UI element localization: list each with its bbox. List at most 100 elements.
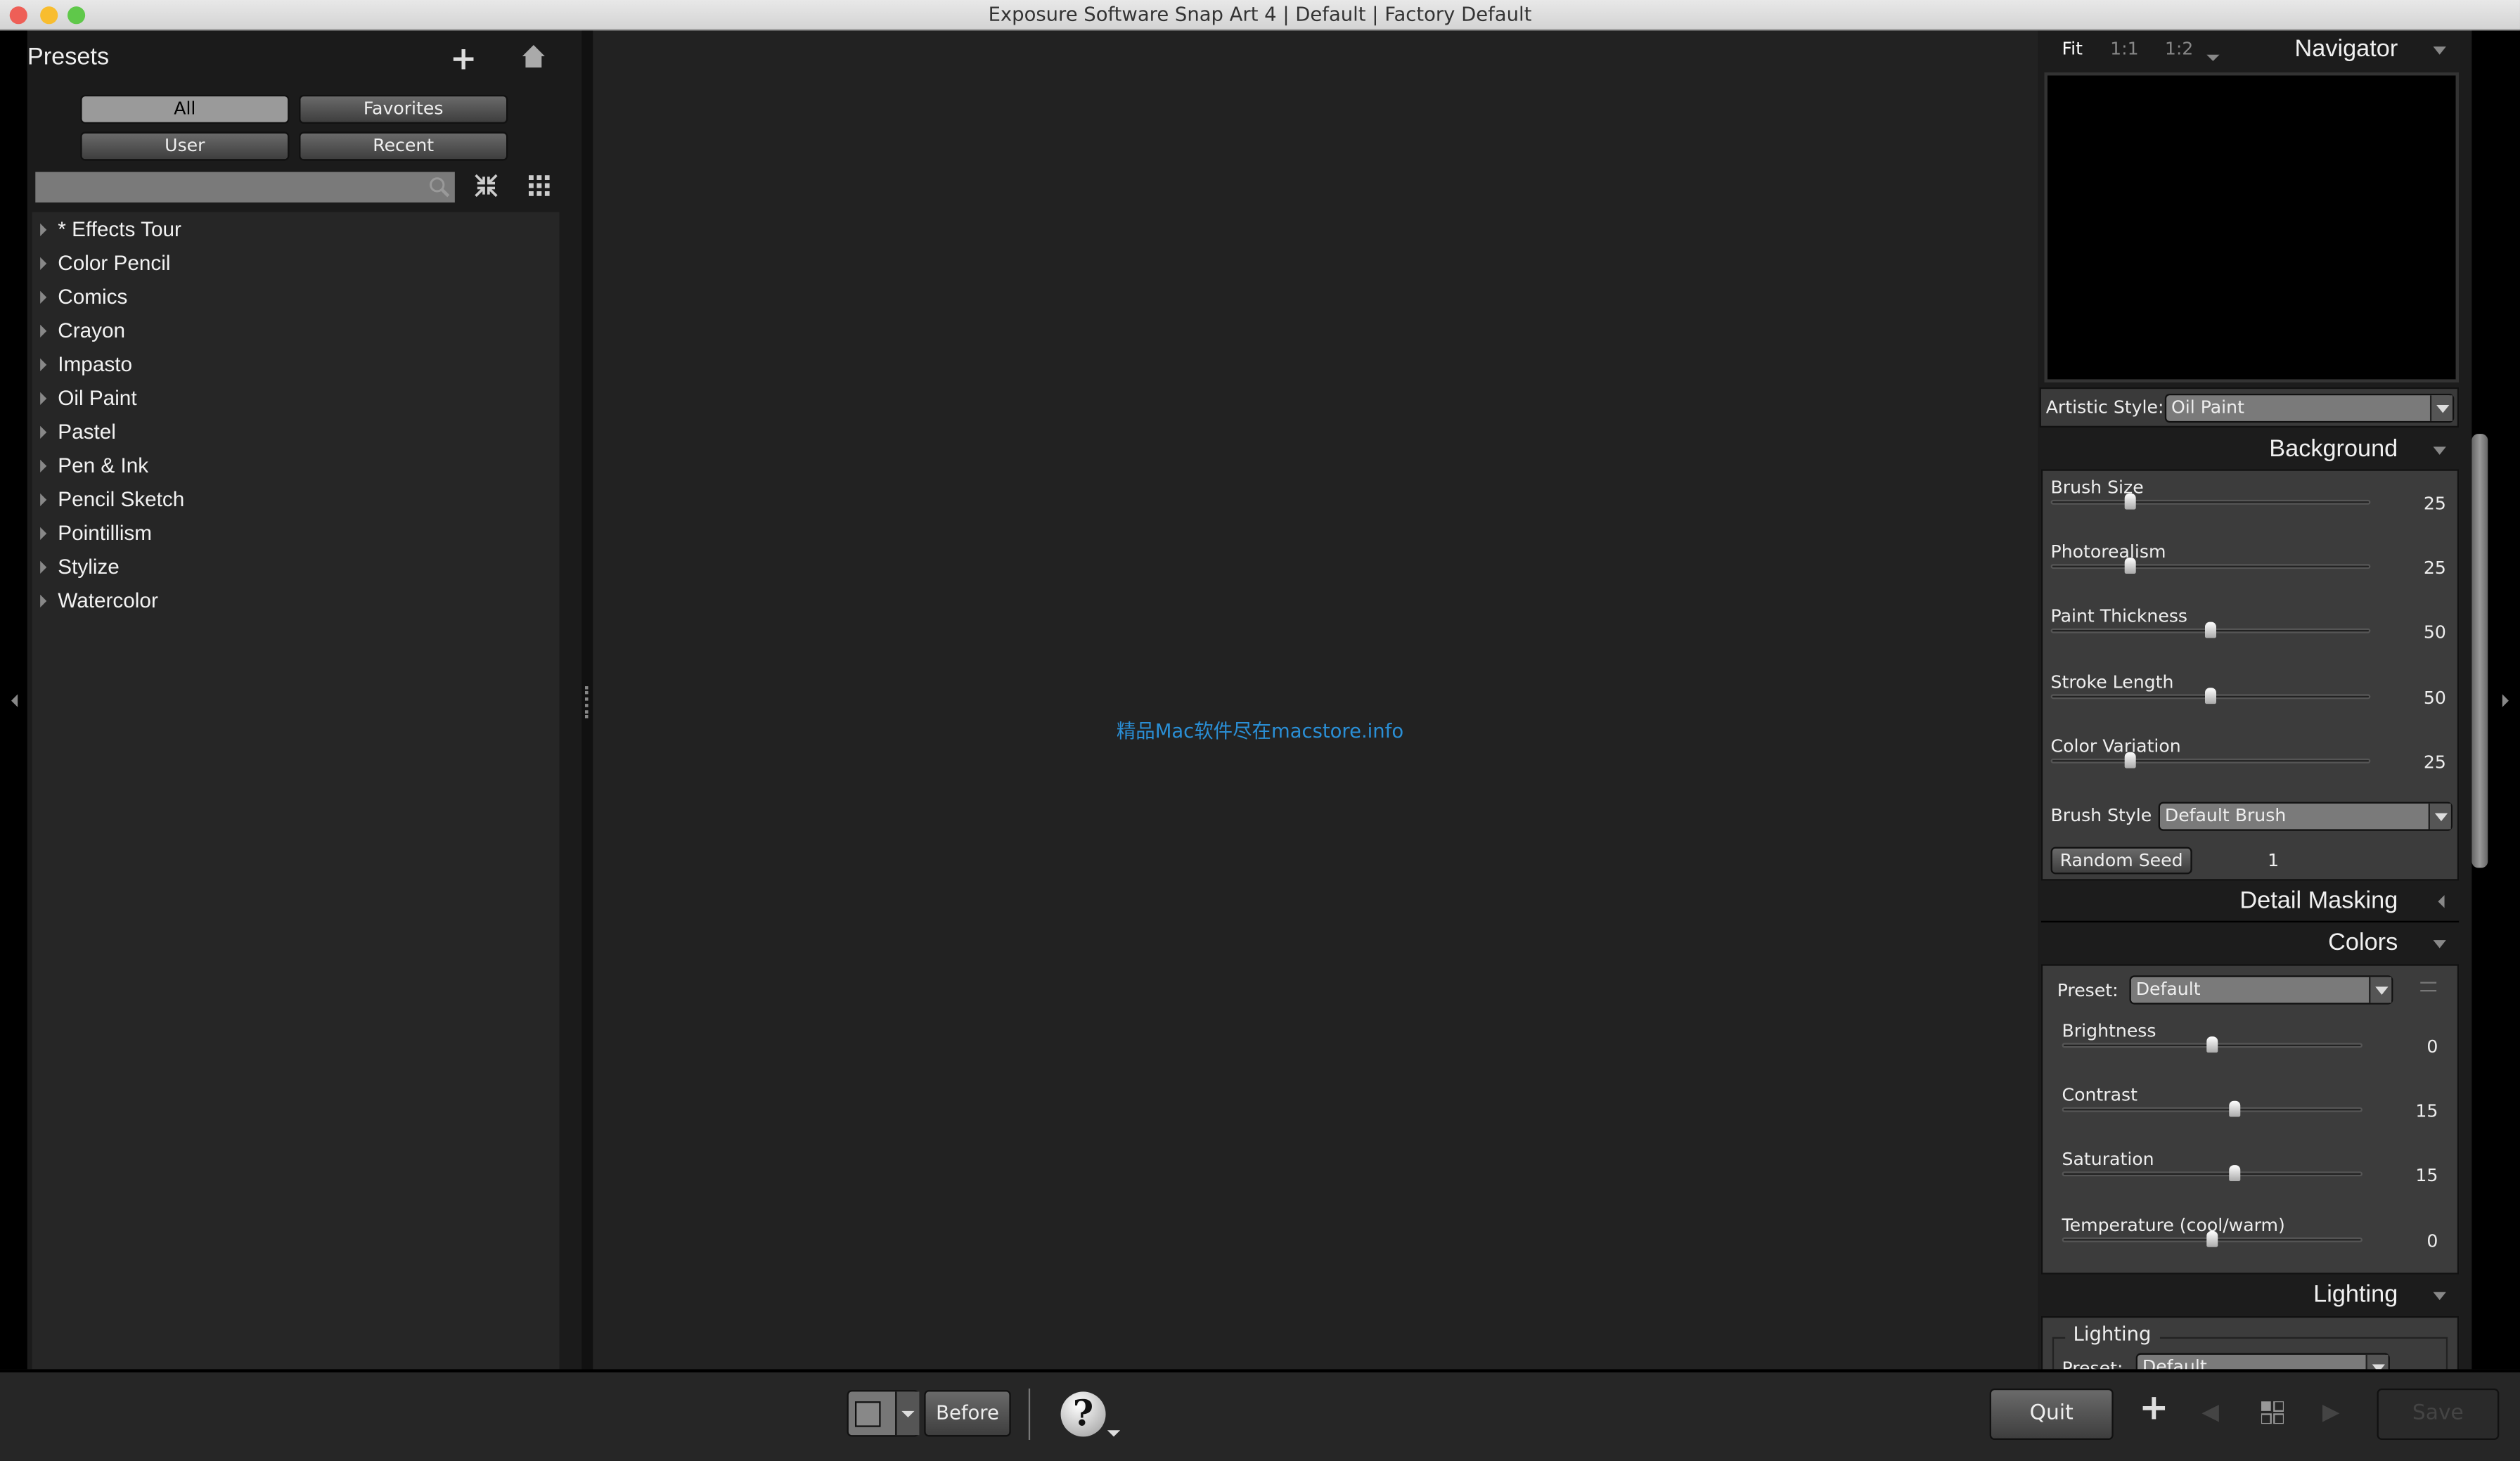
help-menu-icon[interactable]	[1107, 1430, 1121, 1437]
preset-category-label: Oil Paint	[58, 385, 137, 410]
expand-triangle-icon	[40, 257, 47, 270]
left-collapse-strip[interactable]	[0, 30, 27, 1370]
preset-category-label: Comics	[58, 284, 128, 309]
chevron-down-icon	[2433, 1292, 2446, 1301]
slider-label: Brightness	[2062, 1020, 2156, 1042]
filter-user-button[interactable]: User	[80, 131, 290, 161]
panel-splitter[interactable]	[581, 30, 593, 1370]
preset-category-item[interactable]: Comics	[32, 280, 128, 314]
slider-track[interactable]	[2050, 758, 2371, 764]
preset-category-item[interactable]: Impasto	[32, 347, 132, 381]
preset-category-label: Stylize	[58, 554, 120, 579]
slider-thumb[interactable]	[2125, 558, 2137, 574]
random-seed-button[interactable]: Random Seed	[2050, 847, 2192, 875]
preset-category-item[interactable]: Color Pencil	[32, 246, 171, 280]
artistic-style-dropdown[interactable]: Oil Paint	[2164, 393, 2455, 423]
lighting-header[interactable]: Lighting	[2041, 1276, 2459, 1315]
slider-value: 25	[2423, 752, 2446, 773]
preset-category-item[interactable]: Pencil Sketch	[32, 482, 184, 516]
slider-track[interactable]	[2050, 564, 2371, 569]
detail-masking-header[interactable]: Detail Masking	[2041, 882, 2459, 921]
quit-button[interactable]: Quit	[1989, 1388, 2114, 1440]
slider-thumb[interactable]	[2125, 493, 2137, 510]
help-icon[interactable]: ?	[1060, 1391, 1106, 1437]
expand-triangle-icon	[40, 493, 47, 506]
navigator-header[interactable]: Navigator	[2041, 30, 2459, 69]
view-mode-dropdown[interactable]	[847, 1390, 920, 1437]
settings-scrollbar[interactable]	[2471, 434, 2488, 868]
previous-arrow-icon[interactable]: ◀	[2201, 1400, 2219, 1426]
brush-style-dropdown[interactable]: Default Brush	[2158, 802, 2452, 831]
detail-masking-title: Detail Masking	[2239, 887, 2398, 915]
preset-category-item[interactable]: Oil Paint	[32, 381, 137, 415]
filter-all-button[interactable]: All	[80, 94, 290, 124]
home-icon[interactable]	[522, 44, 545, 67]
random-seed-value: 1	[2268, 850, 2280, 871]
zoom-button[interactable]	[67, 6, 86, 25]
colors-preset-label: Preset:	[2057, 980, 2119, 1001]
slider-value: 50	[2423, 687, 2446, 709]
lighting-title: Lighting	[2313, 1280, 2398, 1308]
save-button[interactable]: Save	[2377, 1388, 2500, 1440]
preset-search-input[interactable]	[35, 172, 455, 202]
background-header[interactable]: Background	[2041, 431, 2459, 470]
slider-label: Color Variation	[2050, 735, 2181, 757]
preset-category-label: * Effects Tour	[58, 217, 181, 241]
add-preset-icon[interactable]: +	[450, 39, 477, 77]
slider-thumb[interactable]	[2229, 1101, 2241, 1117]
colors-header[interactable]: Colors	[2041, 924, 2459, 963]
preset-category-item[interactable]: Crayon	[32, 314, 125, 347]
colors-preset-dropdown[interactable]: Default	[2129, 975, 2393, 1005]
slider-label: Photorealism	[2050, 541, 2166, 563]
dropdown-arrow-icon	[2429, 395, 2452, 421]
image-canvas[interactable]	[593, 30, 2038, 1370]
slider-thumb[interactable]	[2206, 1036, 2218, 1053]
artistic-style-label: Artistic Style:	[2045, 397, 2164, 418]
expand-triangle-icon	[40, 223, 47, 236]
slider-value: 25	[2423, 493, 2446, 515]
slider-track[interactable]	[2062, 1172, 2362, 1178]
filter-recent-button[interactable]: Recent	[299, 131, 508, 161]
slider-value: 15	[2415, 1101, 2438, 1122]
slider-thumb[interactable]	[2125, 752, 2137, 768]
brush-style-value: Default Brush	[2164, 805, 2287, 826]
brush-style-label: Brush Style	[2050, 805, 2152, 826]
background-title: Background	[2269, 435, 2398, 463]
preset-category-item[interactable]: Stylize	[32, 550, 120, 584]
chevron-left-icon	[2438, 895, 2445, 908]
colors-title: Colors	[2328, 929, 2398, 956]
preset-menu-icon[interactable]	[2420, 981, 2437, 992]
slider-track[interactable]	[2050, 499, 2371, 505]
preset-category-item[interactable]: Pointillism	[32, 516, 152, 550]
preset-category-label: Color Pencil	[58, 250, 171, 275]
chevron-down-icon	[2433, 46, 2446, 55]
add-icon[interactable]: +	[2139, 1389, 2168, 1429]
preset-category-item[interactable]: Pen & Ink	[32, 449, 148, 482]
collapse-all-icon[interactable]	[474, 174, 498, 198]
chevron-down-icon	[2433, 940, 2446, 948]
slider-label: Paint Thickness	[2050, 606, 2188, 628]
slider-value: 0	[2426, 1036, 2438, 1057]
preset-category-item[interactable]: Watercolor	[32, 584, 158, 617]
dropdown-arrow-icon	[2428, 803, 2451, 830]
layout-grid-icon[interactable]	[2261, 1401, 2284, 1424]
grid-view-icon[interactable]	[528, 175, 550, 196]
close-button[interactable]	[9, 6, 27, 25]
slider-thumb[interactable]	[2204, 622, 2216, 639]
slider-label: Saturation	[2062, 1150, 2154, 1171]
slider-track[interactable]	[2062, 1107, 2362, 1113]
navigator-preview[interactable]	[2044, 72, 2460, 382]
next-arrow-icon[interactable]: ▶	[2322, 1400, 2340, 1426]
slider-thumb[interactable]	[2204, 687, 2216, 704]
before-button[interactable]: Before	[924, 1390, 1011, 1437]
minimize-button[interactable]	[40, 6, 58, 25]
slider-thumb[interactable]	[2206, 1230, 2218, 1247]
slider-thumb[interactable]	[2229, 1166, 2241, 1182]
lighting-preset-dropdown[interactable]: Default	[2135, 1353, 2390, 1370]
presets-title: Presets	[27, 43, 110, 71]
slider-label: Contrast	[2062, 1085, 2138, 1106]
filter-favorites-button[interactable]: Favorites	[299, 94, 508, 124]
preset-category-item[interactable]: * Effects Tour	[32, 212, 181, 246]
slider-value: 15	[2415, 1166, 2438, 1187]
preset-category-item[interactable]: Pastel	[32, 415, 116, 449]
